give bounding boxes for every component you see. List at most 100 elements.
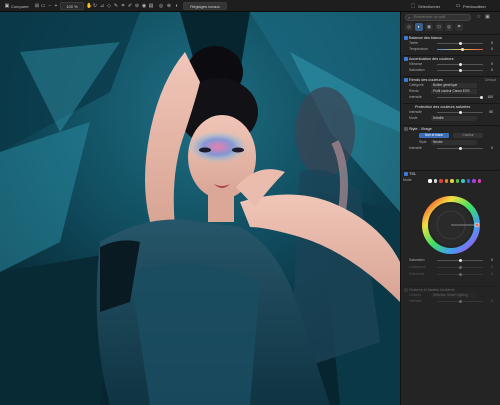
gradient-icon[interactable]: ▤	[148, 3, 154, 9]
zoom-select[interactable]: 100 %	[60, 2, 84, 10]
tool-search-input[interactable]: ⌕ Rechercher un outil	[405, 14, 471, 21]
select-icon[interactable]: ⬚	[410, 3, 416, 9]
render-dropdown[interactable]: Profil couleur Canon EOS	[431, 89, 477, 94]
tab-color[interactable]: ◐	[415, 23, 423, 31]
color-dot-yellow[interactable]	[450, 179, 454, 183]
color-dot-blue[interactable]	[466, 179, 470, 183]
slider-knob[interactable]	[480, 96, 483, 99]
slider-knob[interactable]	[461, 48, 464, 51]
slider-knob[interactable]	[459, 259, 462, 262]
color-dot-green[interactable]	[455, 179, 459, 183]
section-checkbox[interactable]	[404, 78, 408, 82]
mask-icon[interactable]: ◐	[174, 3, 180, 9]
hue-wheel[interactable]	[422, 196, 480, 254]
section-checkbox[interactable]	[404, 172, 408, 176]
render-intensity-slider[interactable]	[437, 96, 483, 99]
slider-knob[interactable]	[459, 273, 462, 276]
protect-mode-dropdown[interactable]: Détaillé	[431, 116, 477, 121]
style-intensity-slider[interactable]	[437, 147, 483, 150]
section-checkbox[interactable]	[404, 36, 408, 40]
row-value: 50	[489, 110, 493, 114]
protect-intensity-slider[interactable]	[437, 111, 483, 114]
slider-knob[interactable]	[459, 266, 462, 269]
row-label: Uniformité	[409, 272, 425, 276]
photo-canvas[interactable]	[0, 12, 400, 405]
row-style-intensity: Intensité 0	[405, 146, 497, 151]
temperature-slider[interactable]	[437, 48, 483, 51]
search-icon: ⌕	[408, 15, 411, 20]
color-button[interactable]: Couleur	[453, 133, 483, 138]
row-style: Style Neutre	[405, 140, 497, 145]
tint-slider[interactable]	[437, 42, 483, 45]
color-dot-magenta[interactable]	[477, 179, 481, 183]
row-shadows-mode: Ombres Sélection Smart Lighting	[405, 293, 497, 298]
star-icon[interactable]: ☆	[475, 14, 482, 21]
local-adjustments-button[interactable]: Réglages locaux	[183, 2, 227, 10]
section-style-tint[interactable]: Style - Virage	[403, 125, 499, 131]
hsl-saturation-slider[interactable]	[437, 259, 483, 262]
slider-knob[interactable]	[459, 69, 462, 72]
section-color-render[interactable]: Rendu des couleurs Défaut	[403, 76, 499, 82]
eyedropper-icon[interactable]: ✎	[113, 3, 119, 9]
crop-tool-icon[interactable]: ⌗	[120, 3, 126, 9]
color-dot-orange[interactable]	[444, 179, 448, 183]
brush-icon[interactable]: ✐	[127, 3, 133, 9]
tab-light[interactable]: ◎	[405, 23, 413, 31]
shadows-intensity-slider[interactable]	[437, 300, 483, 303]
row-hsl-saturation: Saturation 0	[405, 258, 497, 263]
tab-effects[interactable]: ◍	[445, 23, 453, 31]
tab-geometry[interactable]: ⊡	[435, 23, 443, 31]
hsl-luminance-slider[interactable]	[437, 266, 483, 269]
row-value: 0	[491, 272, 493, 276]
slider-knob[interactable]	[459, 147, 462, 150]
style-dropdown[interactable]: Neutre	[431, 140, 477, 145]
color-dot-red[interactable]	[439, 179, 443, 183]
section-saturated-protection[interactable]: Protection des couleurs saturées	[403, 103, 499, 109]
row-label: Saturation	[409, 68, 425, 72]
slider-knob[interactable]	[459, 42, 462, 45]
eye-icon[interactable]: ◎	[158, 3, 164, 9]
row-value: 0	[491, 146, 493, 150]
section-checkbox[interactable]	[404, 57, 408, 61]
color-dot-purple[interactable]	[472, 179, 476, 183]
tab-metadata[interactable]: ⚑	[455, 23, 463, 31]
fit-icon[interactable]: ▭	[40, 3, 46, 9]
row-protect-mode: Mode Détaillé	[405, 116, 497, 121]
vibrance-slider[interactable]	[437, 63, 483, 66]
preview-label[interactable]: Prévisualiser	[463, 2, 486, 10]
preview-icon[interactable]: ▭	[455, 3, 461, 9]
slider-knob[interactable]	[459, 63, 462, 66]
straighten-icon[interactable]: ⊿	[99, 3, 105, 9]
shadows-dropdown[interactable]: Sélection Smart Lighting	[431, 293, 477, 298]
category-dropdown[interactable]: Boîtier générique	[431, 83, 477, 88]
perspective-icon[interactable]: ◇	[106, 3, 112, 9]
color-dot-cyan[interactable]	[461, 179, 465, 183]
tab-detail[interactable]: ▣	[425, 23, 433, 31]
compare-label[interactable]: Comparer	[11, 2, 29, 10]
section-checkbox[interactable]	[404, 288, 408, 292]
select-label[interactable]: Sélectionner	[418, 2, 440, 10]
slider-knob[interactable]	[459, 300, 462, 303]
section-checkbox[interactable]	[404, 127, 408, 131]
section-hsl[interactable]: TSL	[403, 170, 499, 176]
section-shadows-highlights[interactable]: Ombres et hautes lumières	[403, 286, 499, 292]
hsl-uniformity-slider[interactable]	[437, 273, 483, 276]
color-dot-gray[interactable]	[433, 179, 437, 183]
zoom-in-icon[interactable]: +	[53, 3, 59, 9]
rotate-icon[interactable]: ↻	[92, 3, 98, 9]
redeye-icon[interactable]: ◉	[141, 3, 147, 9]
bw-button[interactable]: Noir et blanc	[419, 133, 449, 138]
section-white-balance[interactable]: Balance des blancs	[403, 34, 499, 40]
hue-wheel-graphic	[422, 196, 480, 254]
row-label: Intensité	[409, 146, 422, 150]
row-label: Intensité	[409, 299, 422, 303]
section-color-enhance[interactable]: Accentuation des couleurs	[403, 55, 499, 61]
compare-icon[interactable]: ▣	[4, 3, 10, 9]
color-dot-white[interactable]	[428, 179, 432, 183]
local-adjust-icon[interactable]: ⊕	[166, 3, 172, 9]
saturation-slider[interactable]	[437, 69, 483, 72]
layout-icon[interactable]: ▣	[484, 14, 491, 21]
slider-knob[interactable]	[459, 111, 462, 114]
repair-icon[interactable]: ⊘	[134, 3, 140, 9]
section-title: Rendu des couleurs	[409, 78, 443, 82]
